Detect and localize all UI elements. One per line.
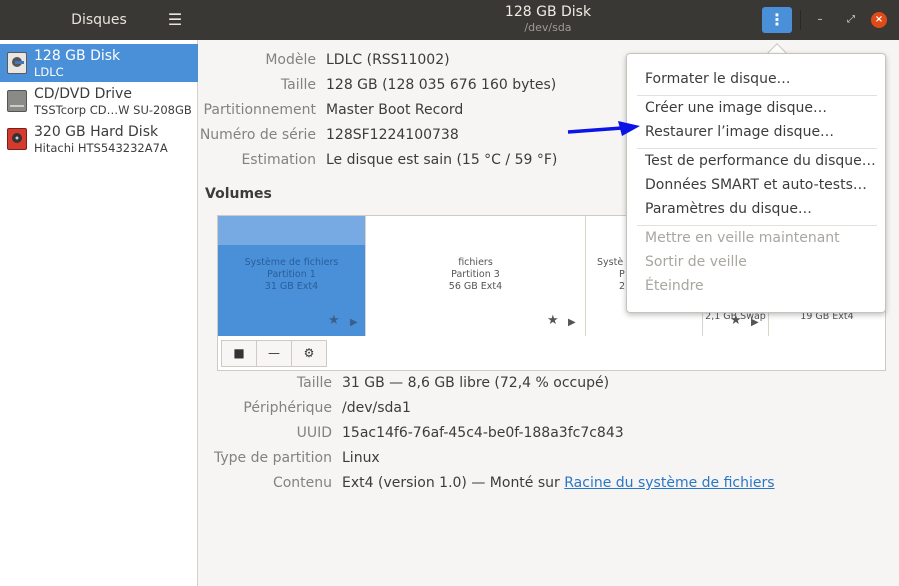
size-value: 128 GB (128 035 676 160 bytes) bbox=[326, 77, 557, 93]
menu-item-create-image[interactable]: Créer une image disque… bbox=[645, 100, 827, 116]
kebab-menu-icon[interactable]: ⋮ bbox=[762, 7, 792, 33]
volume-line: Partition 1 bbox=[267, 269, 316, 280]
volume-label: Système de fichiers Partition 1 31 GB Ex… bbox=[218, 257, 365, 293]
gears-icon: ⚙ bbox=[303, 346, 315, 360]
sidebar: 128 GB Disk LDLC CD/DVD Drive TSSTcorp C… bbox=[0, 40, 198, 586]
menu-separator bbox=[637, 148, 877, 149]
volume-band bbox=[218, 216, 365, 245]
hamburger-menu-icon[interactable]: ☰ bbox=[166, 10, 184, 30]
menu-item-format-disk[interactable]: Formater le disque… bbox=[645, 71, 791, 87]
volume-line: Partition 3 bbox=[451, 269, 500, 280]
uuid-label: UUID bbox=[296, 425, 332, 441]
volume-toolbar: ■ — ⚙ bbox=[221, 340, 327, 368]
star-icon: ★ bbox=[730, 313, 742, 328]
menu-item-disk-settings[interactable]: Paramètres du disque… bbox=[645, 201, 812, 217]
sidebar-item-128gb-disk[interactable]: 128 GB Disk LDLC bbox=[0, 44, 198, 82]
window-subtitle: /dev/sda bbox=[524, 21, 572, 34]
menu-item-benchmark[interactable]: Test de performance du disque… bbox=[645, 153, 876, 169]
volume-label: fichiers Partition 3 56 GB Ext4 bbox=[366, 257, 585, 293]
size-label: Taille bbox=[280, 77, 316, 93]
menu-item-restore-image[interactable]: Restaurer l’image disque… bbox=[645, 124, 834, 140]
volume-size-value: 31 GB — 8,6 GB libre (72,4 % occupé) bbox=[342, 375, 610, 391]
volume-line: fichiers bbox=[458, 257, 493, 268]
partition-type-label: Type de partition bbox=[214, 450, 332, 466]
optical-drive-icon bbox=[7, 90, 27, 112]
disk-name: CD/DVD Drive bbox=[34, 86, 132, 102]
model-value: LDLC (RSS11002) bbox=[326, 52, 450, 68]
sidebar-item-320gb-hard-disk[interactable]: 320 GB Hard Disk Hitachi HTS543232A7A bbox=[0, 120, 198, 158]
window-title-block: 128 GB Disk /dev/sda bbox=[448, 4, 648, 35]
volume-partition-3[interactable]: fichiers Partition 3 56 GB Ext4 ★ ▶ bbox=[366, 216, 586, 336]
disk-model: TSSTcorp CD…W SU-208GB bbox=[34, 103, 192, 117]
volume-partition-1[interactable]: Système de fichiers Partition 1 31 GB Ex… bbox=[218, 216, 366, 336]
play-icon: ▶ bbox=[751, 317, 759, 328]
disk-model: LDLC bbox=[34, 65, 64, 79]
star-icon: ★ bbox=[547, 313, 559, 328]
hard-disk-icon bbox=[7, 128, 27, 150]
disk-model: Hitachi HTS543232A7A bbox=[34, 141, 168, 155]
serial-label: Numéro de série bbox=[199, 127, 316, 143]
header-separator bbox=[800, 10, 801, 30]
partitioning-label: Partitionnement bbox=[203, 102, 316, 118]
disk-menu-popover: Formater le disque… Créer une image disq… bbox=[626, 53, 886, 313]
window-title: 128 GB Disk bbox=[504, 4, 592, 20]
volumes-heading: Volumes bbox=[205, 186, 272, 202]
partitioning-value: Master Boot Record bbox=[326, 102, 464, 118]
uuid-value: 15ac14f6-76af-45c4-be0f-188a3fc7c843 bbox=[342, 425, 624, 441]
menu-item-standby-now: Mettre en veille maintenant bbox=[645, 230, 840, 246]
volume-size-label: Taille bbox=[296, 375, 332, 391]
partition-type-value: Linux bbox=[342, 450, 380, 466]
stop-icon: ■ bbox=[233, 346, 245, 360]
star-icon: ★ bbox=[328, 313, 340, 328]
play-icon: ▶ bbox=[350, 317, 358, 328]
sidebar-item-cd-dvd-drive[interactable]: CD/DVD Drive TSSTcorp CD…W SU-208GB bbox=[0, 82, 198, 120]
delete-partition-button[interactable]: — bbox=[256, 340, 292, 367]
menu-item-wake-up: Sortir de veille bbox=[645, 254, 747, 270]
header-bar: Disques ☰ 128 GB Disk /dev/sda ⋮ – ⤢ × bbox=[0, 0, 899, 40]
content-value-row: Ext4 (version 1.0) — Monté sur Racine du… bbox=[342, 475, 775, 491]
minimize-icon[interactable]: – bbox=[812, 12, 828, 28]
device-label: Périphérique bbox=[243, 400, 332, 416]
content-label: Contenu bbox=[272, 475, 332, 491]
health-value: Le disque est sain (15 °C / 59 °F) bbox=[326, 152, 558, 168]
content-value: Ext4 (version 1.0) — Monté sur bbox=[342, 475, 560, 491]
menu-item-smart-data[interactable]: Données SMART et auto-tests… bbox=[645, 177, 867, 193]
mount-point-link[interactable]: Racine du système de fichiers bbox=[564, 475, 774, 491]
play-icon: ▶ bbox=[568, 317, 576, 328]
maximize-icon[interactable]: ⤢ bbox=[843, 12, 859, 28]
partition-options-button[interactable]: ⚙ bbox=[291, 340, 327, 367]
health-label: Estimation bbox=[241, 152, 316, 168]
close-icon[interactable]: × bbox=[871, 12, 887, 28]
ssd-icon bbox=[7, 52, 27, 74]
volume-line: 56 GB Ext4 bbox=[448, 281, 503, 292]
annotation-arrow-icon bbox=[567, 121, 640, 136]
disk-name: 320 GB Hard Disk bbox=[34, 124, 159, 140]
model-label: Modèle bbox=[265, 52, 316, 68]
menu-separator bbox=[637, 225, 877, 226]
disk-name: 128 GB Disk bbox=[34, 48, 121, 64]
device-value: /dev/sda1 bbox=[342, 400, 411, 416]
minus-icon: — bbox=[268, 346, 280, 360]
menu-separator bbox=[637, 95, 877, 96]
menu-item-power-off: Éteindre bbox=[645, 278, 704, 294]
stop-button[interactable]: ■ bbox=[221, 340, 257, 367]
volume-line: Système de fichiers bbox=[244, 257, 339, 268]
volume-line: 31 GB Ext4 bbox=[264, 281, 319, 292]
serial-value: 128SF1224100738 bbox=[326, 127, 459, 143]
